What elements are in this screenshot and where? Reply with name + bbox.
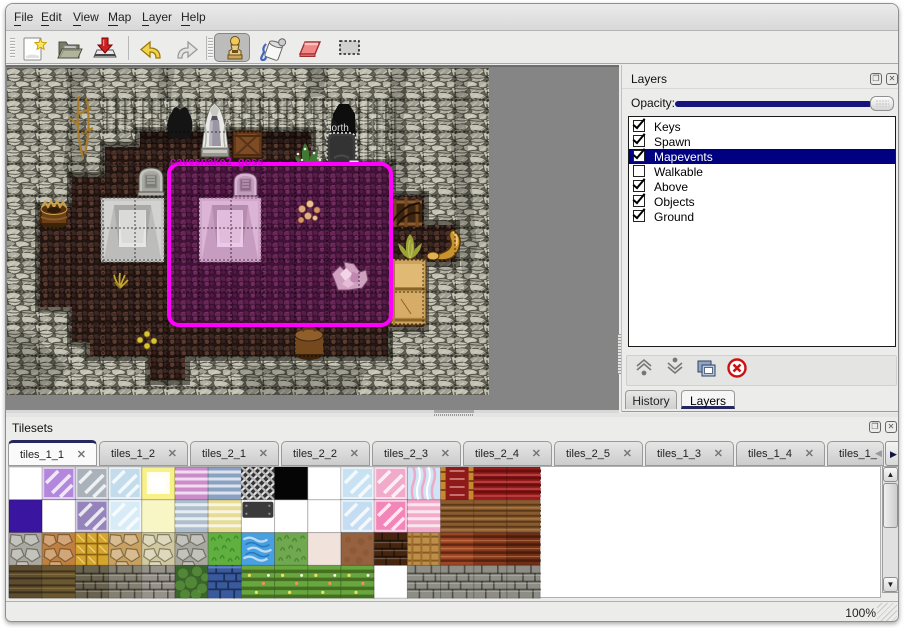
svg-text:north: north: [326, 123, 349, 134]
svg-text:cavesnake2_goss: cavesnake2_goss: [170, 156, 264, 168]
